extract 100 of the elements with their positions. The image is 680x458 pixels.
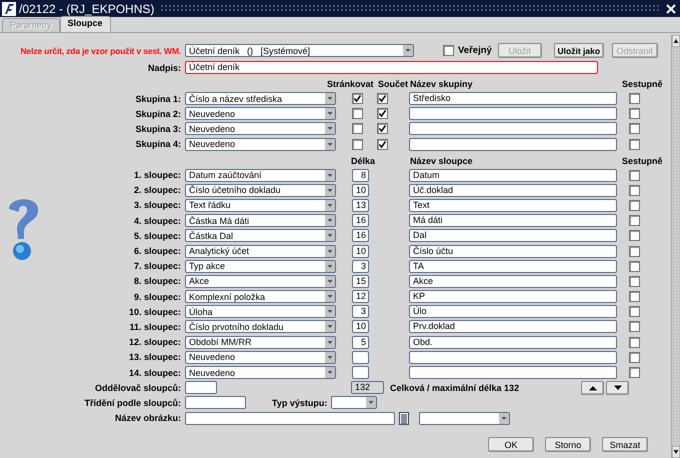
dropdown[interactable]: Komplexní položka <box>185 290 336 304</box>
input-field[interactable]: 10 <box>352 184 369 197</box>
dropdown[interactable]: Neuvedeno <box>185 107 336 120</box>
input-field[interactable]: 5 <box>352 336 369 349</box>
caret-icon[interactable] <box>325 246 335 256</box>
dropdown[interactable]: Datum zaúčtování <box>185 168 336 182</box>
input-field[interactable]: Obd. <box>409 336 617 349</box>
caret-icon[interactable] <box>499 412 509 424</box>
checkbox[interactable] <box>377 93 388 104</box>
caret-icon[interactable] <box>325 215 335 226</box>
dropdown[interactable]: Částka Má dáti <box>185 214 336 228</box>
checkbox[interactable] <box>629 336 640 348</box>
input-field[interactable]: 3 <box>352 305 369 318</box>
move-up-button[interactable] <box>581 380 604 395</box>
input-field[interactable]: Datum <box>409 168 617 182</box>
checkbox[interactable] <box>629 138 640 150</box>
input-field[interactable]: 10 <box>352 320 369 334</box>
input-field[interactable]: 8 <box>352 168 369 182</box>
caret-icon[interactable] <box>325 138 335 150</box>
input-field[interactable] <box>409 107 617 120</box>
action-button[interactable]: Uložit jako <box>554 43 604 58</box>
caret-icon[interactable] <box>325 184 335 196</box>
checkbox[interactable] <box>629 352 640 363</box>
input-field[interactable]: Má dáti <box>409 214 617 228</box>
caret-icon[interactable] <box>366 397 376 408</box>
caret-icon[interactable] <box>325 336 335 348</box>
input-field[interactable] <box>409 122 617 136</box>
checkbox[interactable] <box>352 138 363 150</box>
input-field[interactable]: 3 <box>352 260 369 273</box>
checkbox[interactable] <box>629 123 640 134</box>
checkbox[interactable] <box>629 170 640 181</box>
dropdown[interactable] <box>331 396 378 410</box>
caret-icon[interactable] <box>325 123 335 134</box>
caret-icon[interactable] <box>325 260 335 272</box>
checkbox[interactable] <box>352 93 363 104</box>
input-field[interactable]: 13 <box>352 198 369 212</box>
checkbox[interactable] <box>629 321 640 332</box>
input-field[interactable]: Číslo účtu <box>409 244 617 258</box>
list-icon[interactable] <box>399 412 409 425</box>
tab[interactable]: Sloupce <box>60 16 111 32</box>
input-field[interactable] <box>352 366 369 379</box>
input-field[interactable] <box>409 366 617 379</box>
checkbox[interactable] <box>629 184 640 196</box>
input-field[interactable]: Prv.doklad <box>409 320 617 334</box>
caret-icon[interactable] <box>325 200 335 211</box>
caret-icon[interactable] <box>325 306 335 318</box>
checkbox[interactable] <box>629 276 640 287</box>
input-field[interactable]: 16 <box>352 229 369 242</box>
dropdown[interactable]: Účetní deník () [Systémové] <box>185 44 414 57</box>
input-field[interactable]: TA <box>409 260 617 273</box>
input-field[interactable]: Akce <box>409 274 617 288</box>
dialog-button[interactable]: Storno <box>545 437 591 452</box>
input-field[interactable]: Středisko <box>409 92 617 105</box>
caret-icon[interactable] <box>325 108 335 120</box>
checkbox[interactable] <box>443 45 454 56</box>
checkbox[interactable] <box>629 246 640 256</box>
caret-icon[interactable] <box>325 230 335 242</box>
caret-icon[interactable] <box>325 93 335 104</box>
scrollbar[interactable] <box>671 35 680 458</box>
dropdown[interactable]: Číslo prvotního dokladu <box>185 320 336 334</box>
input-field[interactable]: Úč.doklad <box>409 184 617 197</box>
dropdown[interactable]: Analytický účet <box>185 244 336 258</box>
input-field[interactable]: 10 <box>352 244 369 258</box>
input-field[interactable] <box>185 412 395 425</box>
move-down-button[interactable] <box>606 380 630 395</box>
caret-icon[interactable] <box>325 367 335 378</box>
input-field[interactable]: Text <box>409 198 617 212</box>
input-field[interactable]: 16 <box>352 214 369 228</box>
input-field[interactable] <box>185 396 246 410</box>
dropdown[interactable] <box>419 412 510 425</box>
checkbox[interactable] <box>629 291 640 302</box>
dialog-button[interactable]: OK <box>488 437 534 452</box>
checkbox[interactable] <box>352 108 363 120</box>
input-field[interactable] <box>185 381 217 394</box>
dropdown[interactable]: Úloha <box>185 305 336 318</box>
dropdown[interactable]: Částka Dal <box>185 229 336 242</box>
input-field[interactable]: Účetní deník <box>185 61 598 74</box>
checkbox[interactable] <box>629 306 640 318</box>
input-field[interactable] <box>409 138 617 151</box>
input-field[interactable]: 12 <box>352 290 369 304</box>
caret-icon[interactable] <box>403 45 413 56</box>
input-field[interactable]: Úlo <box>409 305 617 318</box>
dropdown[interactable]: Akce <box>185 274 336 288</box>
checkbox[interactable] <box>377 138 388 150</box>
dropdown[interactable]: Neuvedeno <box>185 138 336 151</box>
checkbox[interactable] <box>629 367 640 378</box>
input-field[interactable] <box>352 350 369 364</box>
caret-icon[interactable] <box>325 352 335 363</box>
scroll-up-icon[interactable] <box>672 35 680 47</box>
checkbox[interactable] <box>629 93 640 104</box>
checkbox[interactable] <box>629 200 640 211</box>
dropdown[interactable]: Číslo účetního dokladu <box>185 184 336 197</box>
caret-icon[interactable] <box>325 170 335 181</box>
checkbox[interactable] <box>377 123 388 134</box>
dropdown[interactable]: Text řádku <box>185 198 336 212</box>
checkbox[interactable] <box>352 123 363 134</box>
dropdown[interactable]: Neuvedeno <box>185 122 336 136</box>
checkbox[interactable] <box>629 230 640 242</box>
dropdown[interactable]: Číslo a název střediska <box>185 92 336 105</box>
checkbox[interactable] <box>629 260 640 272</box>
